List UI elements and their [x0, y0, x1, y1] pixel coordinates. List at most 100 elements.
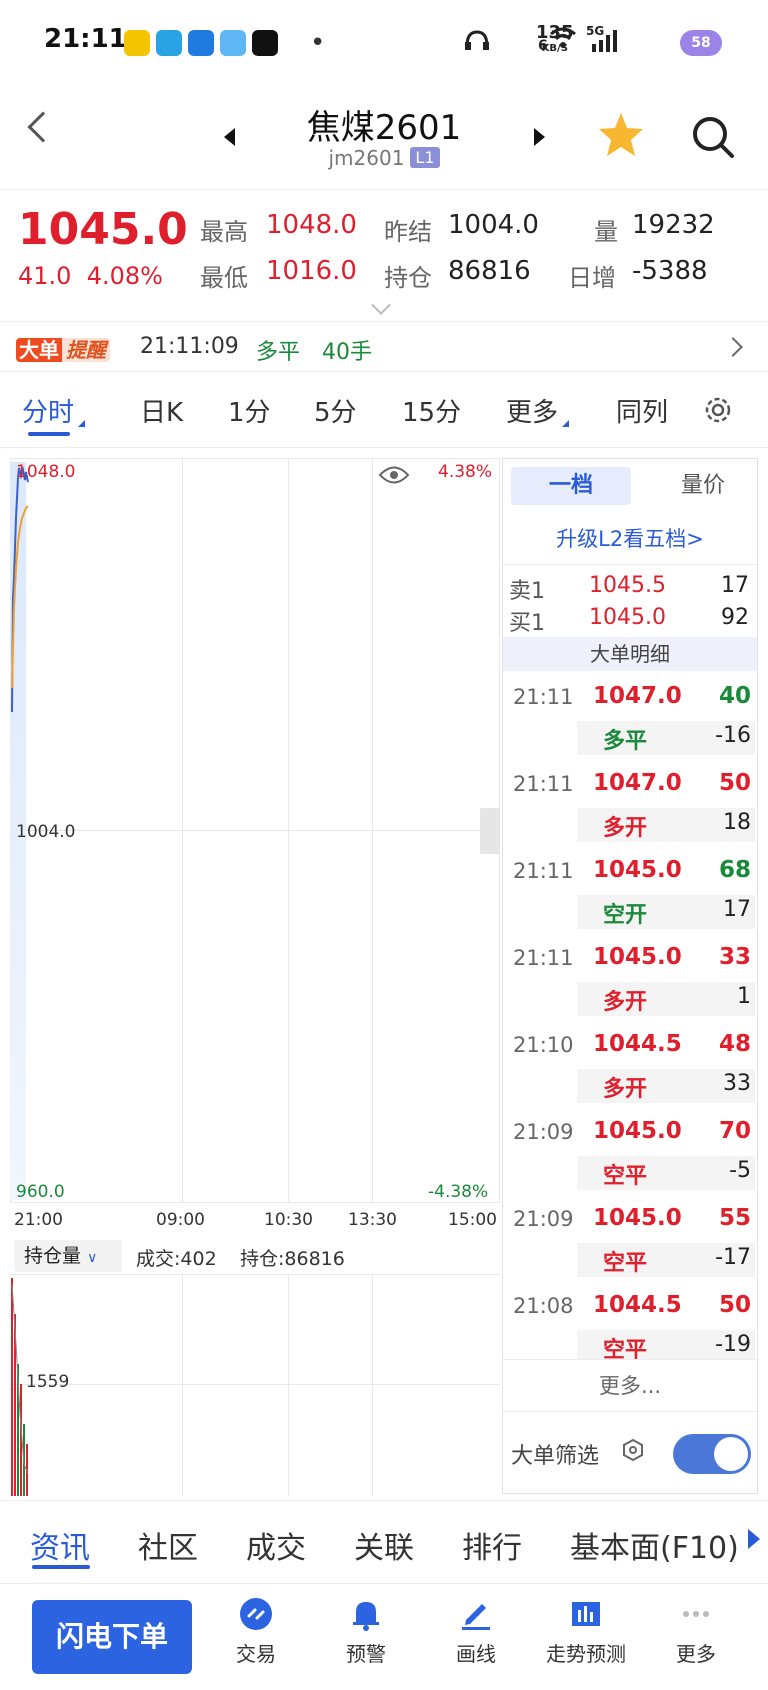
contract-title: 焦煤2601	[306, 108, 462, 148]
big-order-alert[interactable]: 大单 提醒 21:11:09 多平 40手	[0, 322, 768, 372]
x-axis-label: 13:30	[348, 1210, 397, 1230]
trade-oi-change: -19	[715, 1332, 751, 1357]
trade-price: 1047.0	[593, 683, 682, 709]
tab-news[interactable]: 资讯	[30, 1523, 90, 1567]
upgrade-l2-link[interactable]: 升级L2看五档>	[503, 513, 757, 565]
trade-volume: 55	[718, 1205, 751, 1231]
trade-oi-change: 1	[737, 984, 751, 1009]
daily-increase-label: 日增	[568, 264, 616, 292]
nav-alert[interactable]: 预警	[316, 1596, 416, 1667]
filter-settings-icon[interactable]	[621, 1438, 645, 1462]
flash-order-button[interactable]: 闪电下单	[32, 1600, 192, 1674]
trade-kind: 多开	[603, 1077, 648, 1102]
trade-oi-change: -16	[715, 723, 751, 748]
nav-draw[interactable]: 画线	[426, 1596, 526, 1667]
indicator-select[interactable]: 持仓量 ∨	[14, 1240, 122, 1272]
bottom-nav: 闪电下单 交易 预警 画线 走势预测 更多	[0, 1584, 768, 1690]
info-tab-underline	[32, 1565, 90, 1569]
battery-icon: 58	[680, 30, 722, 56]
low-label: 最低	[200, 264, 248, 292]
trade-kind: 多开	[603, 990, 648, 1015]
big-order-filter-toggle[interactable]	[673, 1434, 751, 1474]
trade-time: 21:09	[513, 1207, 574, 1231]
tab-level1[interactable]: 一档	[511, 467, 631, 505]
nav-trend-forecast[interactable]: 走势预测	[536, 1596, 636, 1667]
trade-volume: 33	[718, 944, 751, 970]
trade-kind: 多开	[603, 816, 648, 841]
last-price: 1045.0	[18, 204, 188, 255]
trade-oi-change: -5	[729, 1158, 751, 1183]
wifi-icon	[550, 27, 576, 48]
prev-settle-value: 1004.0	[448, 210, 539, 240]
tab-community[interactable]: 社区	[138, 1523, 198, 1567]
alert-badge: 大单 提醒	[16, 334, 110, 362]
daily-increase-value: -5388	[632, 256, 708, 286]
trade-kind: 空平	[603, 1164, 648, 1189]
contract-code: jm2601 L1	[260, 146, 508, 170]
trade-time: 21:11	[513, 946, 574, 970]
tab-more[interactable]: 更多	[506, 392, 570, 429]
alert-time: 21:11:09	[140, 334, 239, 359]
big-order-detail-header: 大单明细	[503, 637, 757, 671]
tab-intraday[interactable]: 分时	[22, 392, 86, 429]
search-icon[interactable]	[690, 114, 736, 160]
trade-oi-change: 17	[723, 897, 751, 922]
header: 焦煤2601 jm2601 L1	[0, 86, 768, 190]
nav-more[interactable]: 更多	[646, 1596, 746, 1667]
period-tabs: 分时 日K 1分 5分 15分 更多 同列	[0, 372, 768, 448]
x-axis-label: 09:00	[156, 1210, 205, 1230]
high-label: 最高	[200, 218, 248, 246]
open-interest-value: 86816	[448, 256, 531, 286]
quote-panel: 1045.0 41.0 4.08% 最高 1048.0 最低 1016.0 昨结…	[0, 190, 768, 322]
high-value: 1048.0	[266, 210, 357, 240]
tab-underline	[28, 432, 70, 436]
intraday-chart[interactable]: 1048.0 1004.0 960.0 4.38% -4.38% 21:00 0…	[10, 458, 500, 1498]
y-axis-top: 1048.0	[16, 462, 76, 482]
tab-15min[interactable]: 15分	[402, 392, 461, 429]
app-notification-icon	[124, 30, 150, 56]
trade-kind: 空开	[603, 903, 648, 928]
collapse-panel-handle[interactable]	[480, 808, 500, 854]
trade-time: 21:11	[513, 685, 574, 709]
volume-value: 19232	[632, 210, 715, 240]
chevron-right-icon[interactable]	[723, 337, 743, 357]
buy1-row: 买1 1045.0 92	[509, 605, 749, 636]
x-axis-label: 10:30	[264, 1210, 313, 1230]
tab-fundamentals[interactable]: 基本面(F10)	[570, 1523, 739, 1567]
app-notification-icon	[188, 30, 214, 56]
tab-1min[interactable]: 1分	[228, 392, 271, 429]
more-dots-icon	[683, 1611, 709, 1617]
nav-trade[interactable]: 交易	[206, 1596, 306, 1667]
trade-row: 21:11 1045.0 68 空开 17	[503, 845, 757, 932]
trade-row: 21:11 1045.0 33 多开 1	[503, 932, 757, 1019]
next-contract-icon[interactable]	[534, 128, 545, 146]
more-trades-link[interactable]: 更多...	[503, 1359, 757, 1411]
trade-price: 1045.0	[593, 857, 682, 883]
prev-contract-icon[interactable]	[224, 128, 235, 146]
scroll-right-icon[interactable]	[748, 1529, 760, 1549]
bell-icon	[353, 1602, 379, 1631]
info-tabs: 资讯 社区 成交 关联 排行 基本面(F10)	[0, 1500, 768, 1584]
back-icon[interactable]	[27, 111, 59, 143]
book-tabs: 一档 量价	[503, 459, 757, 513]
alert-type: 多平	[256, 340, 301, 365]
expand-chevron-icon[interactable]	[371, 295, 391, 315]
volume-label: 量	[594, 218, 618, 246]
tab-5min[interactable]: 5分	[314, 392, 357, 429]
tab-ranking[interactable]: 排行	[462, 1523, 522, 1567]
eye-icon[interactable]	[378, 464, 410, 486]
tab-daily-k[interactable]: 日K	[140, 392, 183, 429]
trade-time: 21:08	[513, 1294, 574, 1318]
y-axis-mid: 1004.0	[16, 822, 76, 842]
tab-volume-price[interactable]: 量价	[653, 467, 753, 505]
trade-price: 1045.0	[593, 1205, 682, 1231]
telegram-icon	[156, 30, 182, 56]
gear-icon[interactable]	[702, 394, 734, 426]
tab-trades[interactable]: 成交	[246, 1523, 306, 1567]
tab-related[interactable]: 关联	[354, 1523, 414, 1567]
tab-same-list[interactable]: 同列	[616, 392, 668, 429]
trade-oi-change: -17	[715, 1245, 751, 1270]
trade-row: 21:10 1044.5 48 多开 33	[503, 1019, 757, 1106]
favorite-star-icon[interactable]	[596, 110, 646, 160]
trade-row: 21:09 1045.0 55 空平 -17	[503, 1193, 757, 1280]
